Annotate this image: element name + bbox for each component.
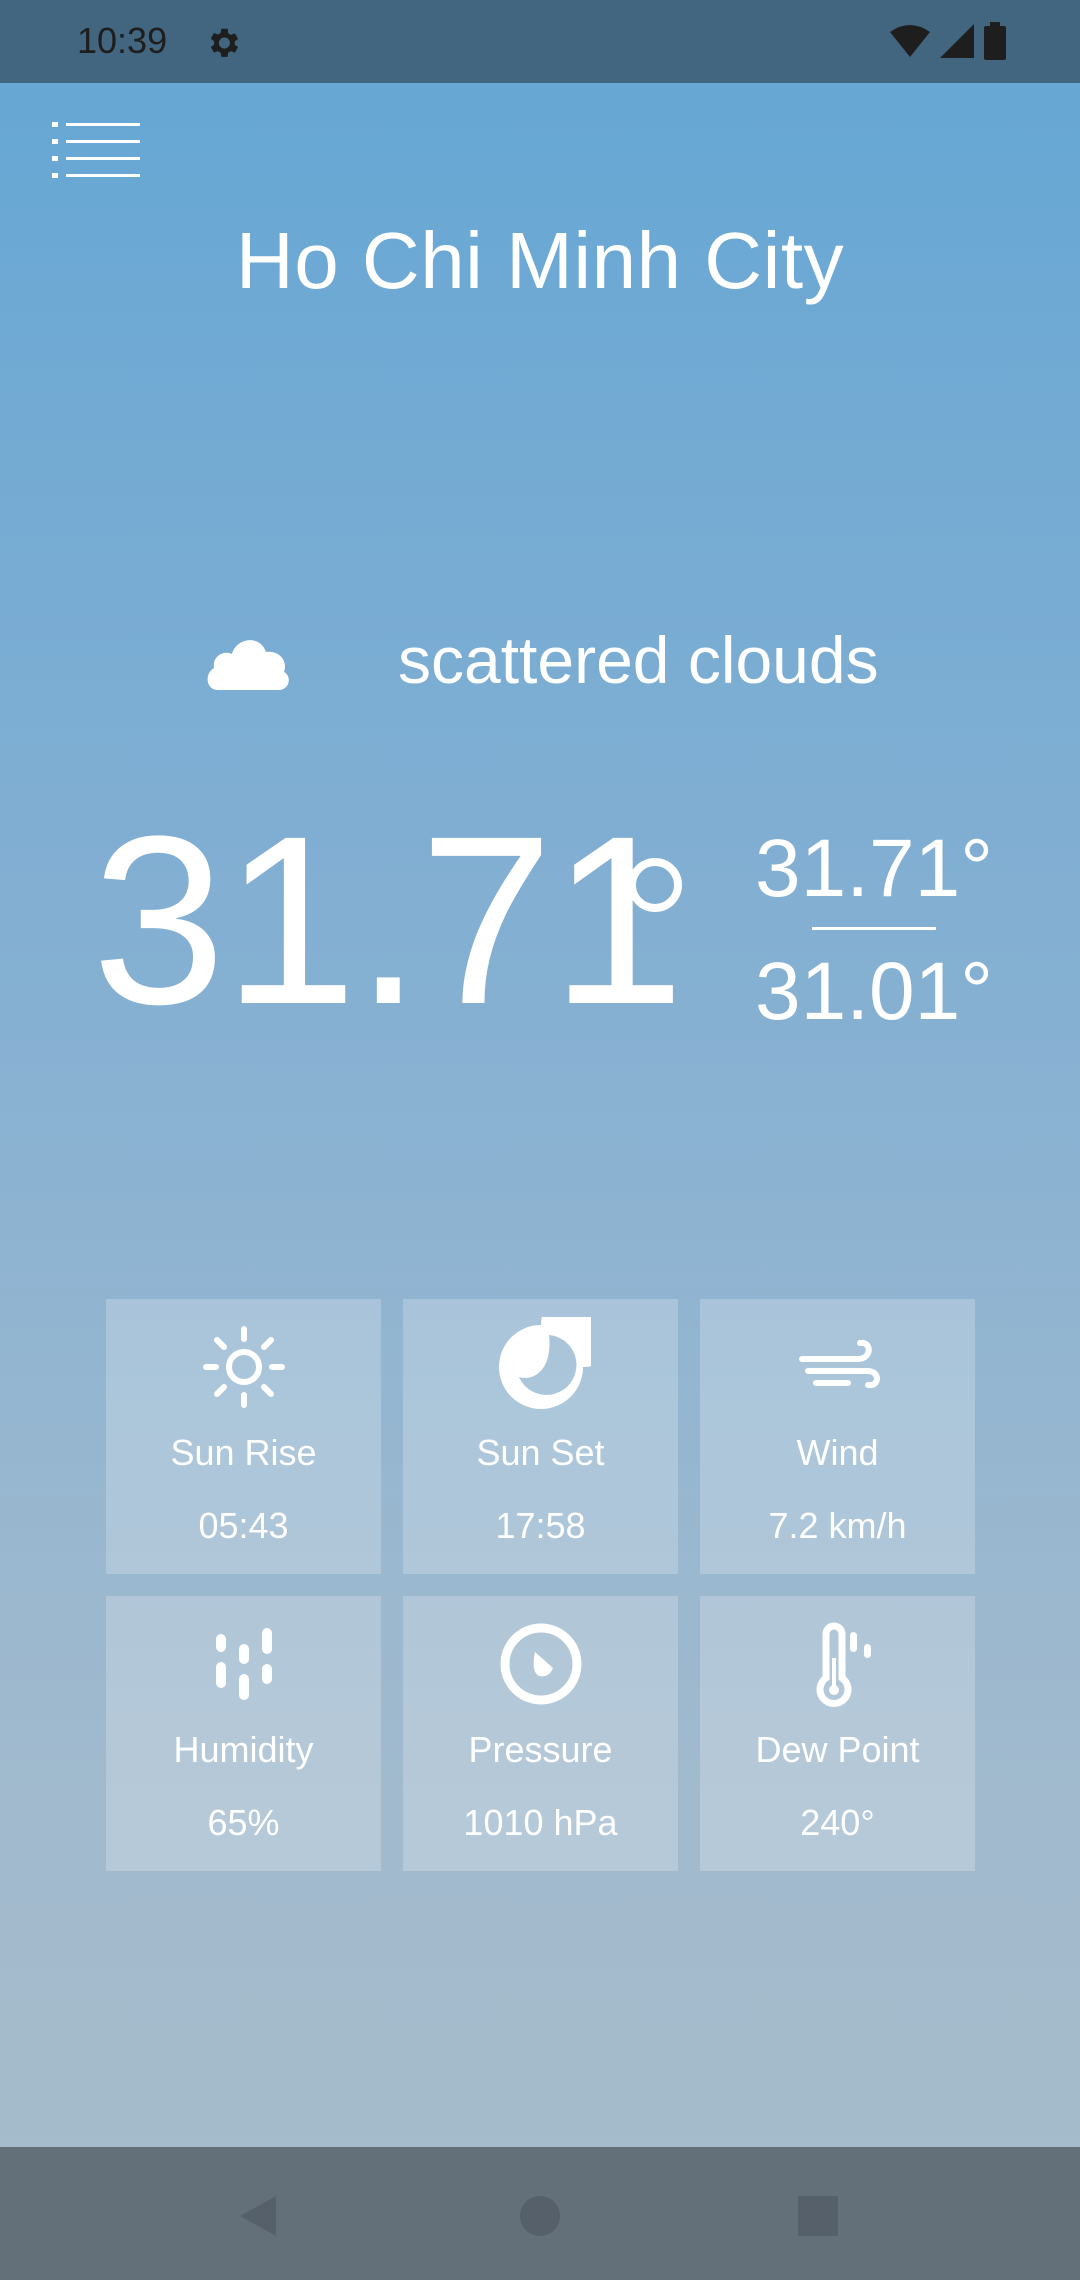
sunset-value: 17:58 xyxy=(495,1505,586,1546)
dew-point-label: Dew Point xyxy=(755,1729,920,1770)
settings-gear-icon xyxy=(210,28,239,57)
wifi-icon xyxy=(890,25,930,57)
sunrise-label: Sun Rise xyxy=(170,1432,317,1473)
humidity-tile: Humidity 65% xyxy=(106,1596,381,1871)
wind-value: 7.2 km/h xyxy=(768,1505,907,1546)
pressure-icon xyxy=(491,1614,591,1714)
humidity-icon xyxy=(194,1614,294,1714)
pressure-tile: Pressure 1010 hPa xyxy=(403,1596,678,1871)
weather-details-grid: Sun Rise 05:43 Sun Set 17:58 Wind 7.2 km… xyxy=(106,1283,975,1871)
humidity-value: 65% xyxy=(207,1802,280,1843)
city-name: Ho Chi Minh City xyxy=(235,216,845,305)
sunrise-value: 05:43 xyxy=(198,1505,289,1546)
wind-label: Wind xyxy=(796,1432,879,1473)
back-icon[interactable] xyxy=(236,2194,280,2238)
high-temperature: 31.71° xyxy=(755,823,993,914)
pressure-label: Pressure xyxy=(468,1729,613,1770)
degree-symbol xyxy=(628,858,682,912)
menu-list-icon[interactable] xyxy=(52,120,140,180)
status-bar: 10:39 xyxy=(0,0,1080,83)
sun-icon xyxy=(194,1317,294,1417)
recents-icon[interactable] xyxy=(796,2194,840,2238)
cloud-icon xyxy=(207,640,289,690)
humidity-label: Humidity xyxy=(173,1729,314,1770)
dew-point-value: 240° xyxy=(800,1802,875,1843)
wind-icon xyxy=(788,1317,888,1417)
weather-description: scattered clouds xyxy=(398,623,879,697)
cellular-signal-icon xyxy=(940,24,974,58)
pressure-value: 1010 hPa xyxy=(463,1802,618,1843)
sunrise-tile: Sun Rise 05:43 xyxy=(106,1299,381,1574)
moon-icon xyxy=(491,1283,625,1417)
current-temperature: 31.71 xyxy=(92,786,685,1054)
sunset-label: Sun Set xyxy=(476,1432,605,1473)
battery-icon xyxy=(984,22,1006,60)
sunset-tile: Sun Set 17:58 xyxy=(403,1283,678,1574)
thermometer-icon xyxy=(788,1614,888,1714)
low-temperature: 31.01° xyxy=(755,946,993,1037)
dew-point-tile: Dew Point 240° xyxy=(700,1596,975,1871)
status-time: 10:39 xyxy=(77,20,168,61)
home-icon[interactable] xyxy=(518,2194,562,2238)
wind-tile: Wind 7.2 km/h xyxy=(700,1299,975,1574)
temperature-divider xyxy=(812,927,936,930)
